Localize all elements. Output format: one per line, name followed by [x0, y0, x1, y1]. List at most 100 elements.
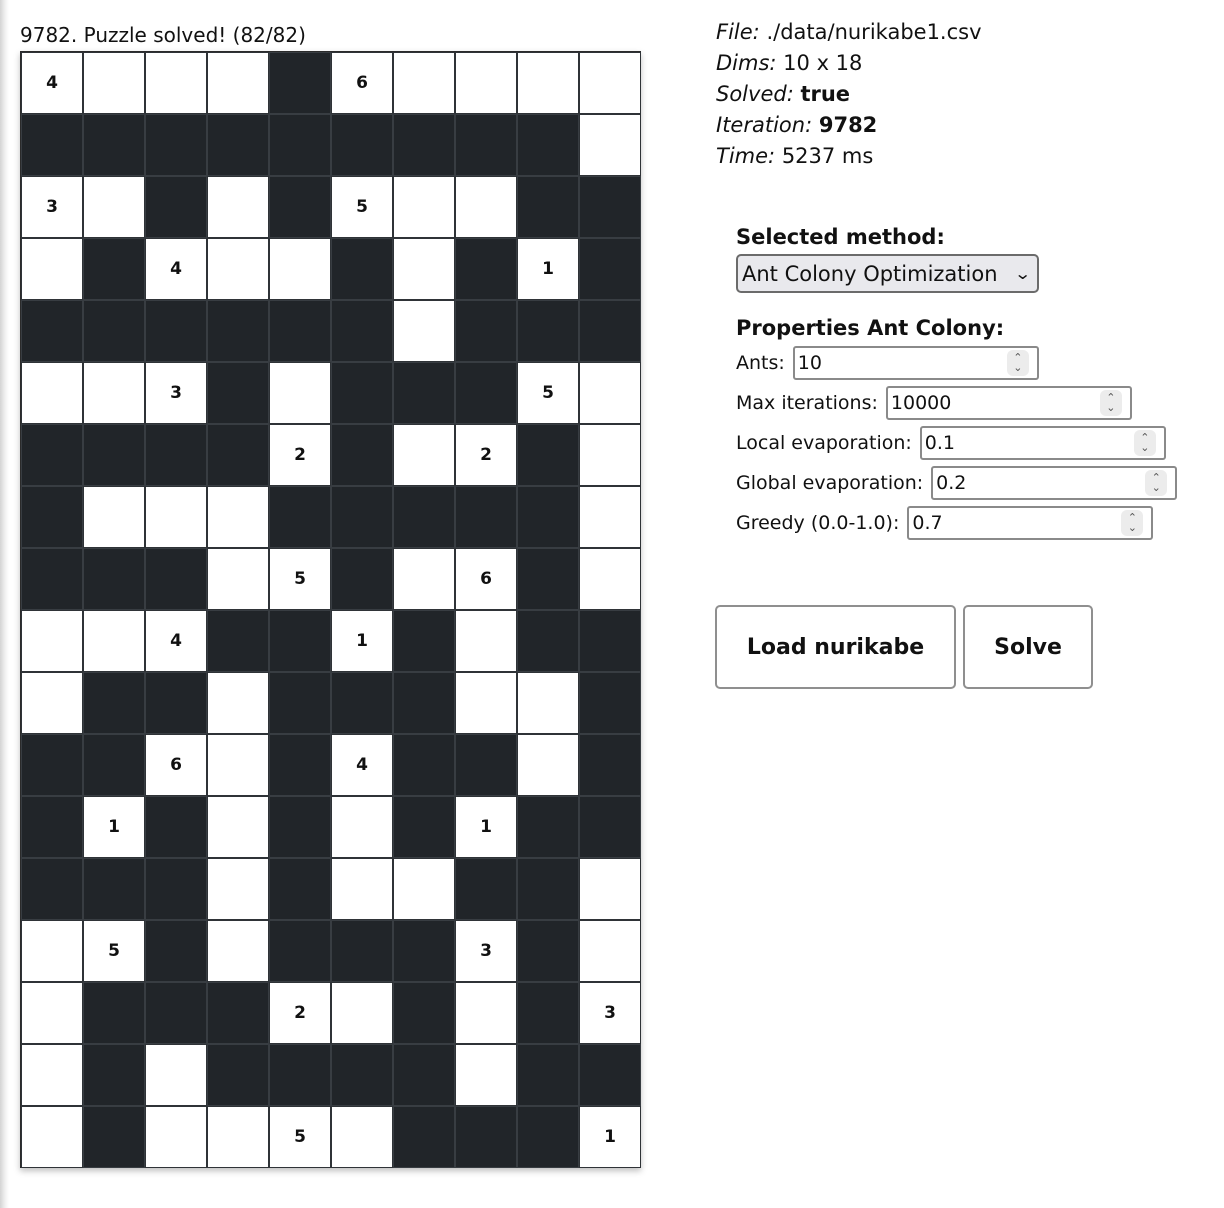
board-cell-white[interactable] [393, 424, 455, 486]
board-cell-white[interactable] [579, 362, 641, 424]
board-cell-black[interactable] [517, 610, 579, 672]
board-cell-black[interactable] [393, 1106, 455, 1168]
board-cell-white[interactable] [207, 486, 269, 548]
max-iterations-input[interactable]: 10000 ⌃ ⌄ [885, 386, 1132, 420]
board-cell-clue[interactable]: 4 [145, 238, 207, 300]
board-cell-white[interactable] [83, 52, 145, 114]
board-cell-clue[interactable]: 5 [331, 176, 393, 238]
board-cell-black[interactable] [145, 920, 207, 982]
board-cell-black[interactable] [83, 672, 145, 734]
board-cell-black[interactable] [207, 114, 269, 176]
greedy-input[interactable]: 0.7 ⌃ ⌄ [907, 506, 1154, 540]
board-cell-black[interactable] [269, 734, 331, 796]
board-cell-black[interactable] [21, 114, 83, 176]
board-cell-white[interactable] [579, 548, 641, 610]
board-cell-clue[interactable]: 6 [455, 548, 517, 610]
board-cell-white[interactable] [83, 610, 145, 672]
board-cell-black[interactable] [83, 1044, 145, 1106]
board-cell-black[interactable] [393, 1044, 455, 1106]
board-cell-black[interactable] [331, 548, 393, 610]
board-cell-white[interactable] [145, 52, 207, 114]
board-cell-black[interactable] [517, 796, 579, 858]
board-cell-black[interactable] [145, 114, 207, 176]
board-cell-white[interactable] [21, 1106, 83, 1168]
board-cell-white[interactable] [21, 920, 83, 982]
board-cell-black[interactable] [83, 858, 145, 920]
board-cell-black[interactable] [579, 1044, 641, 1106]
board-cell-black[interactable] [83, 114, 145, 176]
board-cell-black[interactable] [269, 858, 331, 920]
board-cell-black[interactable] [145, 858, 207, 920]
board-cell-white[interactable] [331, 1106, 393, 1168]
board-cell-white[interactable] [207, 672, 269, 734]
board-cell-black[interactable] [517, 548, 579, 610]
board-cell-black[interactable] [517, 176, 579, 238]
board-cell-black[interactable] [517, 920, 579, 982]
board-cell-black[interactable] [331, 114, 393, 176]
board-cell-black[interactable] [207, 982, 269, 1044]
board-cell-white[interactable] [21, 982, 83, 1044]
board-cell-white[interactable] [207, 920, 269, 982]
board-cell-white[interactable] [455, 672, 517, 734]
board-cell-clue[interactable]: 2 [269, 982, 331, 1044]
board-cell-black[interactable] [21, 300, 83, 362]
board-cell-white[interactable] [269, 362, 331, 424]
ants-input[interactable]: 10 ⌃ ⌄ [792, 346, 1039, 380]
board-cell-black[interactable] [517, 486, 579, 548]
board-cell-white[interactable] [21, 1044, 83, 1106]
board-cell-black[interactable] [517, 114, 579, 176]
board-cell-black[interactable] [517, 858, 579, 920]
board-cell-black[interactable] [83, 1106, 145, 1168]
board-cell-white[interactable] [579, 52, 641, 114]
board-cell-black[interactable] [331, 1044, 393, 1106]
board-cell-black[interactable] [331, 486, 393, 548]
board-cell-black[interactable] [145, 548, 207, 610]
board-cell-black[interactable] [579, 238, 641, 300]
board-cell-black[interactable] [145, 982, 207, 1044]
board-cell-white[interactable] [579, 424, 641, 486]
board-cell-black[interactable] [207, 610, 269, 672]
board-cell-black[interactable] [393, 734, 455, 796]
board-cell-clue[interactable]: 4 [331, 734, 393, 796]
board-cell-black[interactable] [21, 486, 83, 548]
board-cell-white[interactable] [21, 362, 83, 424]
board-cell-black[interactable] [393, 796, 455, 858]
board-cell-black[interactable] [269, 1044, 331, 1106]
board-cell-black[interactable] [393, 610, 455, 672]
board-cell-black[interactable] [455, 734, 517, 796]
board-cell-black[interactable] [579, 300, 641, 362]
board-cell-white[interactable] [83, 486, 145, 548]
board-cell-black[interactable] [455, 1106, 517, 1168]
board-cell-black[interactable] [393, 362, 455, 424]
board-cell-black[interactable] [145, 424, 207, 486]
board-cell-black[interactable] [579, 672, 641, 734]
spinner-icon[interactable]: ⌃ ⌄ [1099, 390, 1122, 416]
board-cell-black[interactable] [455, 238, 517, 300]
board-cell-white[interactable] [393, 300, 455, 362]
board-cell-black[interactable] [269, 52, 331, 114]
board-cell-white[interactable] [579, 920, 641, 982]
board-cell-clue[interactable]: 5 [269, 548, 331, 610]
board-cell-black[interactable] [207, 362, 269, 424]
spinner-icon[interactable]: ⌃ ⌄ [1121, 510, 1144, 536]
board-cell-black[interactable] [579, 734, 641, 796]
board-cell-black[interactable] [145, 672, 207, 734]
spinner-icon[interactable]: ⌃ ⌄ [1006, 350, 1029, 376]
board-cell-black[interactable] [393, 982, 455, 1044]
board-cell-clue[interactable]: 5 [517, 362, 579, 424]
board-cell-black[interactable] [83, 982, 145, 1044]
board-cell-clue[interactable]: 4 [21, 52, 83, 114]
board-cell-white[interactable] [207, 238, 269, 300]
board-cell-white[interactable] [393, 176, 455, 238]
board-cell-black[interactable] [269, 796, 331, 858]
board-cell-black[interactable] [393, 920, 455, 982]
board-cell-white[interactable] [393, 858, 455, 920]
board-cell-black[interactable] [21, 796, 83, 858]
board-cell-white[interactable] [455, 176, 517, 238]
board-cell-white[interactable] [207, 858, 269, 920]
load-nurikabe-button[interactable]: Load nurikabe [715, 605, 956, 689]
board-cell-clue[interactable]: 3 [21, 176, 83, 238]
board-cell-black[interactable] [579, 796, 641, 858]
board-cell-black[interactable] [455, 858, 517, 920]
board-cell-black[interactable] [83, 424, 145, 486]
